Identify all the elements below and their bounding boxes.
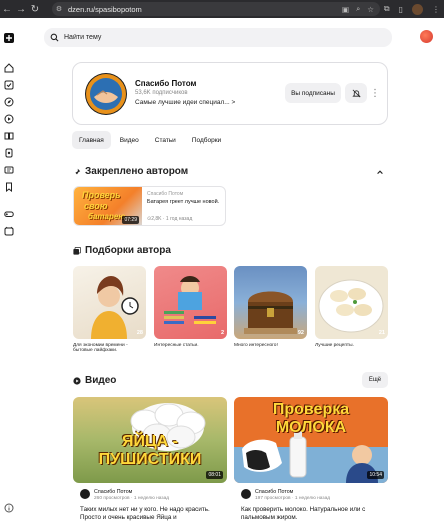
topic-search[interactable] [44, 28, 392, 47]
home-icon[interactable] [3, 62, 15, 74]
collection-card[interactable]: 21 [315, 266, 388, 339]
video-card[interactable]: Проверка МОЛОКА 10:54 [234, 397, 388, 483]
address-bar[interactable]: ⚙ dzen.ru/spasibopotom ▣ ⌕ ☆ [52, 2, 380, 16]
pinned-heading: Закреплено автором [73, 166, 188, 177]
video-section-icon [73, 376, 81, 385]
search-input[interactable] [64, 34, 364, 41]
translate-icon[interactable]: ▣ [342, 5, 349, 14]
video-thumb-text-2: ПУШИСТИКИ [98, 451, 202, 468]
notification-button[interactable] [345, 83, 367, 103]
video-thumb-text-1: Проверка [272, 401, 350, 418]
video-author-avatar[interactable] [241, 489, 251, 499]
video-duration: 08:01 [206, 471, 223, 479]
video-icon[interactable] [3, 113, 15, 125]
channel-header-card: Спасибо Потом 53,6K подписчиков Самые лу… [72, 62, 388, 125]
pinned-meta: ⊙2,8K · 1 год назад [147, 216, 193, 222]
zoom-icon[interactable]: ⌕ [356, 4, 360, 14]
collection-thumbnail [318, 279, 384, 333]
collection-card[interactable]: 92 [234, 266, 307, 339]
browser-toolbar: ← → ↻ ⚙ dzen.ru/spasibopotom ▣ ⌕ ☆ ⧉ ▯ ⋮ [0, 0, 444, 18]
address-url: dzen.ru/spasibopotom [68, 4, 142, 14]
collections-heading: Подборки автора [73, 245, 171, 256]
collection-thumbnail [91, 276, 139, 339]
collection-label[interactable]: Интересные статьи. [154, 343, 229, 348]
collection-card[interactable]: 28 [73, 266, 146, 339]
site-info-icon[interactable]: ⚙ [52, 2, 66, 16]
pinned-thumb-text-1: Проверь [82, 190, 121, 200]
collection-count: 28 [136, 330, 143, 336]
shorts-icon[interactable] [3, 147, 15, 159]
collection-card[interactable]: 2 [154, 266, 227, 339]
collections-icon [73, 246, 81, 255]
subscriptions-icon[interactable] [3, 79, 15, 91]
create-plus-icon[interactable] [3, 32, 15, 44]
pinned-duration: 07:29 [122, 216, 139, 224]
collection-label[interactable]: Много интересного! [234, 343, 309, 348]
left-navigation [0, 18, 18, 520]
tab-home[interactable]: Главная [72, 131, 111, 149]
video-meta: 197 просмотров · 1 неделю назад [255, 496, 331, 501]
articles-icon[interactable] [3, 130, 15, 142]
bookmark-star-icon[interactable]: ☆ [367, 5, 374, 14]
back-icon[interactable]: ← [0, 0, 14, 18]
pinned-video-card[interactable]: Проверь свою батарею 07:29 Спасибо Потом… [73, 186, 226, 226]
video-thumb-text-1: ЯЙЦА - [121, 433, 178, 450]
collection-thumbnail [164, 276, 216, 324]
bell-off-icon [351, 89, 361, 97]
pinned-author: Спасибо Потом [147, 191, 184, 197]
pinned-heading-text: Закреплено автором [85, 166, 189, 177]
browser-menu-icon[interactable]: ⋮ [432, 5, 440, 14]
video-card[interactable]: ЯЙЦА - ПУШИСТИКИ 08:01 [73, 397, 227, 483]
pinned-thumb-text-2: свою [84, 201, 108, 211]
search-icon [44, 33, 64, 42]
collection-label[interactable]: Лучшие рецепты. [315, 343, 390, 348]
more-videos-button[interactable]: Ещё [362, 372, 388, 388]
tab-video[interactable]: Видео [113, 131, 146, 149]
channel-description[interactable]: Самые лучшие идеи специал... > [135, 99, 235, 106]
news-icon[interactable] [3, 164, 15, 176]
channel-avatar[interactable] [85, 73, 127, 115]
games-icon[interactable] [3, 208, 15, 220]
more-options-icon[interactable]: ⋮ [369, 83, 381, 103]
pin-icon [73, 168, 81, 176]
video-meta: 260 просмотров · 1 неделю назад [94, 496, 170, 501]
pinned-thumbnail[interactable]: Проверь свою батарею 07:29 [74, 187, 142, 225]
explore-icon[interactable] [3, 96, 15, 108]
pinned-title[interactable]: Батарея греет лучше новой. [147, 199, 219, 205]
collection-count: 21 [378, 330, 385, 336]
kids-icon[interactable] [3, 225, 15, 237]
reload-icon[interactable]: ↻ [28, 0, 42, 18]
video-author[interactable]: Спасибо Потом [255, 489, 293, 495]
extensions-icon[interactable]: ⧉ [384, 4, 390, 14]
video-author-avatar[interactable] [80, 489, 90, 499]
collection-thumbnail [244, 291, 297, 334]
saved-bookmark-icon[interactable] [3, 181, 15, 193]
videos-heading-text: Видео [85, 375, 117, 386]
sidebar-toggle-icon[interactable]: ▯ [399, 5, 403, 14]
collection-count: 2 [220, 330, 224, 336]
video-author[interactable]: Спасибо Потом [94, 489, 132, 495]
chevron-up-icon[interactable] [375, 167, 385, 177]
video-thumb-text-2: МОЛОКА [275, 419, 347, 436]
user-avatar[interactable] [420, 30, 433, 43]
collection-label[interactable]: Для экономии времени - бытовые лайфхаки. [73, 343, 148, 353]
subscribed-button[interactable]: Вы подписаны [285, 83, 341, 103]
forward-icon[interactable]: → [14, 0, 28, 18]
profile-avatar[interactable] [412, 3, 423, 15]
videos-heading: Видео [73, 375, 116, 386]
pinned-thumb-text-3: батарею [88, 212, 126, 221]
collection-count: 92 [297, 330, 304, 336]
info-icon[interactable] [3, 502, 15, 514]
channel-tabs: Главная Видео Статьи Подборки [72, 131, 228, 149]
collections-heading-text: Подборки автора [85, 245, 171, 256]
subscriber-count: 53,6K подписчиков [135, 90, 188, 96]
channel-name[interactable]: Спасибо Потом [135, 79, 196, 88]
tab-articles[interactable]: Статьи [148, 131, 183, 149]
tab-collections[interactable]: Подборки [185, 131, 228, 149]
video-duration: 10:54 [367, 471, 384, 479]
